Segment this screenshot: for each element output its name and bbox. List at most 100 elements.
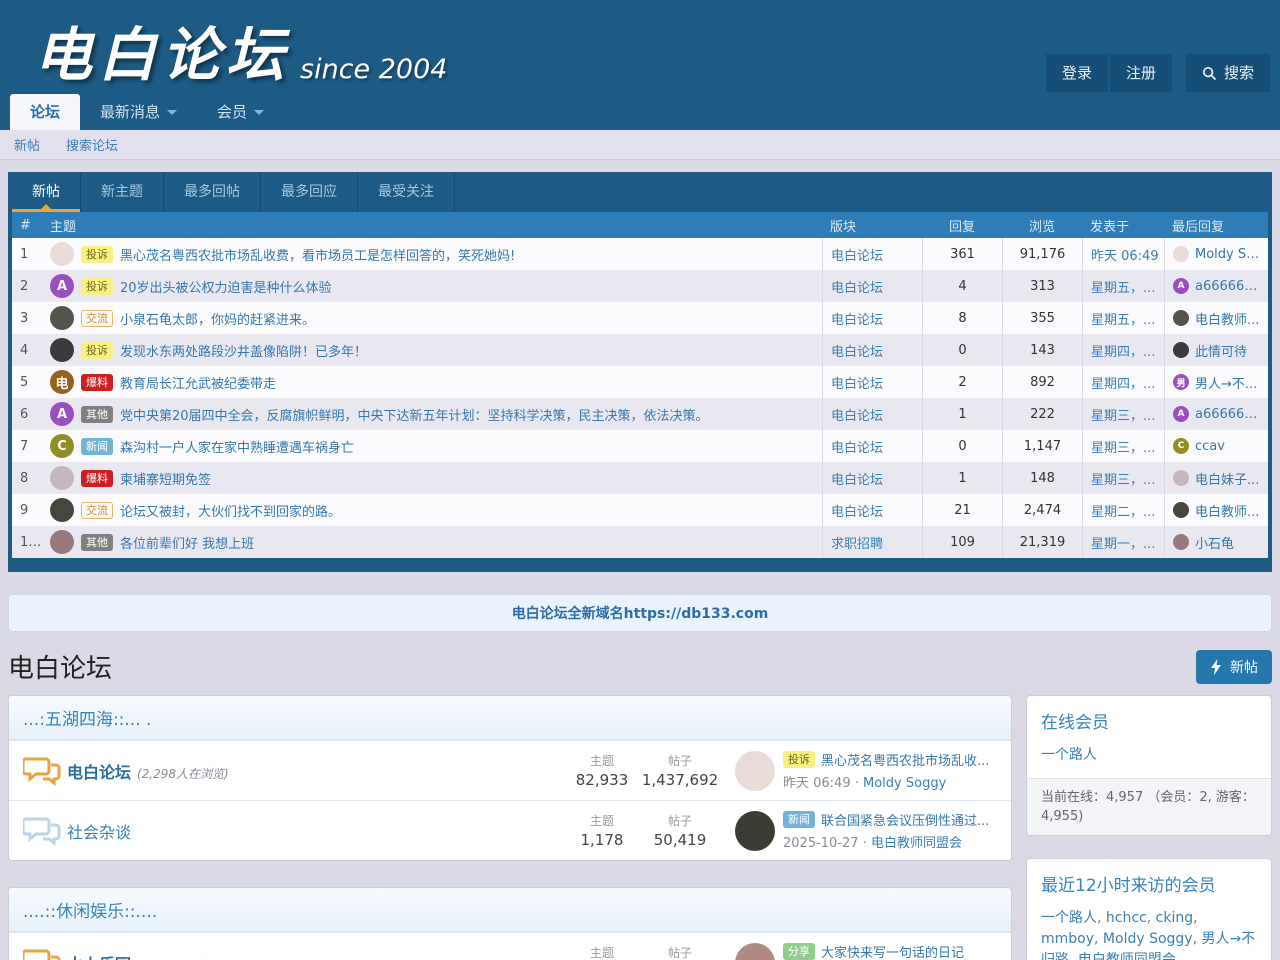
tab-new-posts[interactable]: 新帖 — [12, 172, 81, 212]
forum-link[interactable]: 求职招聘 — [822, 526, 922, 558]
avatar[interactable]: 男 — [1173, 374, 1189, 390]
forum-link[interactable]: 电白论坛 — [822, 430, 922, 462]
tab-most-followed[interactable]: 最受关注 — [358, 172, 455, 212]
forum-name-link[interactable]: 电白论坛 — [67, 759, 131, 783]
topic-title-link[interactable]: 论坛又被封，大伙们找不到回家的路。 — [120, 501, 341, 520]
last-reply-user[interactable]: a66666699 — [1195, 407, 1260, 422]
last-post-author[interactable]: 电白教师同盟会 — [871, 836, 962, 851]
avatar[interactable]: A — [50, 274, 74, 298]
avatar[interactable] — [50, 466, 74, 490]
last-reply-user[interactable]: 电白教师... — [1195, 309, 1259, 328]
posted-time[interactable]: 星期三，... — [1082, 430, 1164, 462]
member-link[interactable]: 电白教师同盟会 — [1078, 952, 1176, 960]
avatar[interactable]: 电 — [50, 370, 74, 394]
avatar[interactable] — [50, 306, 74, 330]
last-reply-user[interactable]: a66666699 — [1195, 279, 1260, 294]
posted-time[interactable]: 星期三，... — [1082, 462, 1164, 494]
member-link[interactable]: 一个路人 — [1041, 747, 1097, 763]
last-post-author[interactable]: Moldy Soggy — [863, 776, 946, 791]
posted-time[interactable]: 星期五，... — [1082, 302, 1164, 334]
last-post-title[interactable]: 大家快来写一句话的日记 — [821, 942, 964, 960]
avatar[interactable]: A — [50, 402, 74, 426]
last-reply-user[interactable]: 电白教师... — [1195, 501, 1259, 520]
search-button[interactable]: 搜索 — [1186, 54, 1270, 92]
last-post-title[interactable]: 黑心茂名粤西农批市场乱收... — [821, 750, 989, 769]
avatar[interactable] — [50, 338, 74, 362]
member-link[interactable]: cking — [1156, 910, 1198, 926]
last-reply-user[interactable]: 电白妹子... — [1195, 469, 1259, 488]
avatar[interactable] — [1173, 246, 1189, 262]
last-reply-user[interactable]: 小石龟 — [1195, 533, 1234, 552]
avatar[interactable] — [735, 811, 775, 851]
nav-tab-latest-news[interactable]: 最新消息 — [80, 94, 197, 130]
posted-time[interactable]: 星期五，... — [1082, 270, 1164, 302]
nav-tab-members[interactable]: 会员 — [197, 94, 284, 130]
topic-title-link[interactable]: 发现水东两处路段沙井盖像陷阱！已多年！ — [120, 341, 367, 360]
replies-count: 361 — [922, 238, 1002, 270]
forum-link[interactable]: 电白论坛 — [822, 462, 922, 494]
avatar[interactable] — [1173, 534, 1189, 550]
lightning-icon — [1210, 659, 1222, 675]
posted-time[interactable]: 星期四，... — [1082, 366, 1164, 398]
posted-time[interactable]: 昨天 06:49 — [1082, 238, 1164, 270]
avatar[interactable]: C — [1173, 438, 1189, 454]
avatar[interactable] — [1173, 342, 1189, 358]
posted-time[interactable]: 星期一，... — [1082, 526, 1164, 558]
posted-time[interactable]: 星期三，... — [1082, 398, 1164, 430]
avatar[interactable]: A — [1173, 406, 1189, 422]
tab-most-replies[interactable]: 最多回帖 — [164, 172, 261, 212]
forum-link[interactable]: 电白论坛 — [822, 366, 922, 398]
avatar[interactable] — [735, 943, 775, 960]
topic-title-link[interactable]: 20岁出头被公权力迫害是种什么体验 — [120, 277, 332, 296]
avatar[interactable]: A — [1173, 278, 1189, 294]
forum-link[interactable]: 电白论坛 — [822, 302, 922, 334]
forum-link[interactable]: 电白论坛 — [822, 270, 922, 302]
nav-tab-forum[interactable]: 论坛 — [10, 94, 80, 130]
topics-table-header: # 主题 版块 回复 浏览 发表于 最后回复 — [12, 212, 1268, 238]
forum-name-link[interactable]: 水上乐园 — [67, 951, 131, 960]
last-reply-user[interactable]: ccav — [1195, 439, 1225, 454]
member-link[interactable]: 一个路人 — [1041, 910, 1106, 926]
last-post-title[interactable]: 联合国紧急会议压倒性通过... — [821, 810, 989, 829]
topic-title-link[interactable]: 教育局长江允武被纪委带走 — [120, 373, 276, 392]
avatar[interactable] — [1173, 470, 1189, 486]
tab-most-responses[interactable]: 最多回应 — [261, 172, 358, 212]
domain-announcement-banner[interactable]: 电白论坛全新域名https://db133.com — [8, 594, 1272, 632]
forum-link[interactable]: 电白论坛 — [822, 398, 922, 430]
member-link[interactable]: Moldy Soggy — [1103, 931, 1202, 947]
avatar[interactable] — [50, 530, 74, 554]
avatar[interactable] — [735, 751, 775, 791]
last-reply-user[interactable]: 此情可待 — [1195, 341, 1247, 360]
new-post-button[interactable]: 新帖 — [1196, 650, 1272, 684]
topic-title-link[interactable]: 黑心茂名粤西农批市场乱收费，看市场员工是怎样回答的，笑死她妈! — [120, 245, 515, 264]
avatar[interactable] — [1173, 310, 1189, 326]
posted-time[interactable]: 星期二，... — [1082, 494, 1164, 526]
topic-title-link[interactable]: 森沟村一户人家在家中熟睡遭遇车祸身亡 — [120, 437, 354, 456]
register-button[interactable]: 注册 — [1110, 54, 1172, 92]
forum-link[interactable]: 电白论坛 — [822, 334, 922, 366]
member-link[interactable]: hchcc — [1106, 910, 1156, 926]
views-count: 143 — [1002, 334, 1082, 366]
login-button[interactable]: 登录 — [1046, 54, 1108, 92]
posted-time[interactable]: 星期四，... — [1082, 334, 1164, 366]
tab-new-threads[interactable]: 新主题 — [81, 172, 164, 212]
subnav-search-forum[interactable]: 搜索论坛 — [66, 135, 118, 154]
last-reply-user[interactable]: 男人→不... — [1195, 373, 1257, 392]
forum-link[interactable]: 电白论坛 — [822, 238, 922, 270]
topic-title-link[interactable]: 小泉石龟太郎，你妈的赶紧进来。 — [120, 309, 315, 328]
topic-badge: 投诉 — [81, 342, 113, 359]
topic-title-link[interactable]: 柬埔寨短期免签 — [120, 469, 211, 488]
avatar[interactable]: C — [50, 434, 74, 458]
forum-name-link[interactable]: 社会杂谈 — [67, 819, 131, 843]
subnav-new-posts[interactable]: 新帖 — [14, 135, 40, 154]
topic-title-link[interactable]: 党中央第20届四中全会，反腐旗帜鲜明，中央下达新五年计划：坚持科学决策，民主决策… — [120, 405, 709, 424]
member-link[interactable]: mmboy — [1041, 931, 1103, 947]
avatar[interactable] — [50, 242, 74, 266]
last-reply-user[interactable]: Moldy So... — [1195, 247, 1260, 262]
forum-link[interactable]: 电白论坛 — [822, 494, 922, 526]
recent-visitors-card: 最近12小时来访的会员 一个路人hchccckingmmboyMoldy Sog… — [1026, 858, 1272, 960]
logo-since: since 2004 — [300, 46, 447, 94]
topic-title-link[interactable]: 各位前辈们好 我想上班 — [120, 533, 254, 552]
avatar[interactable] — [1173, 502, 1189, 518]
avatar[interactable] — [50, 498, 74, 522]
